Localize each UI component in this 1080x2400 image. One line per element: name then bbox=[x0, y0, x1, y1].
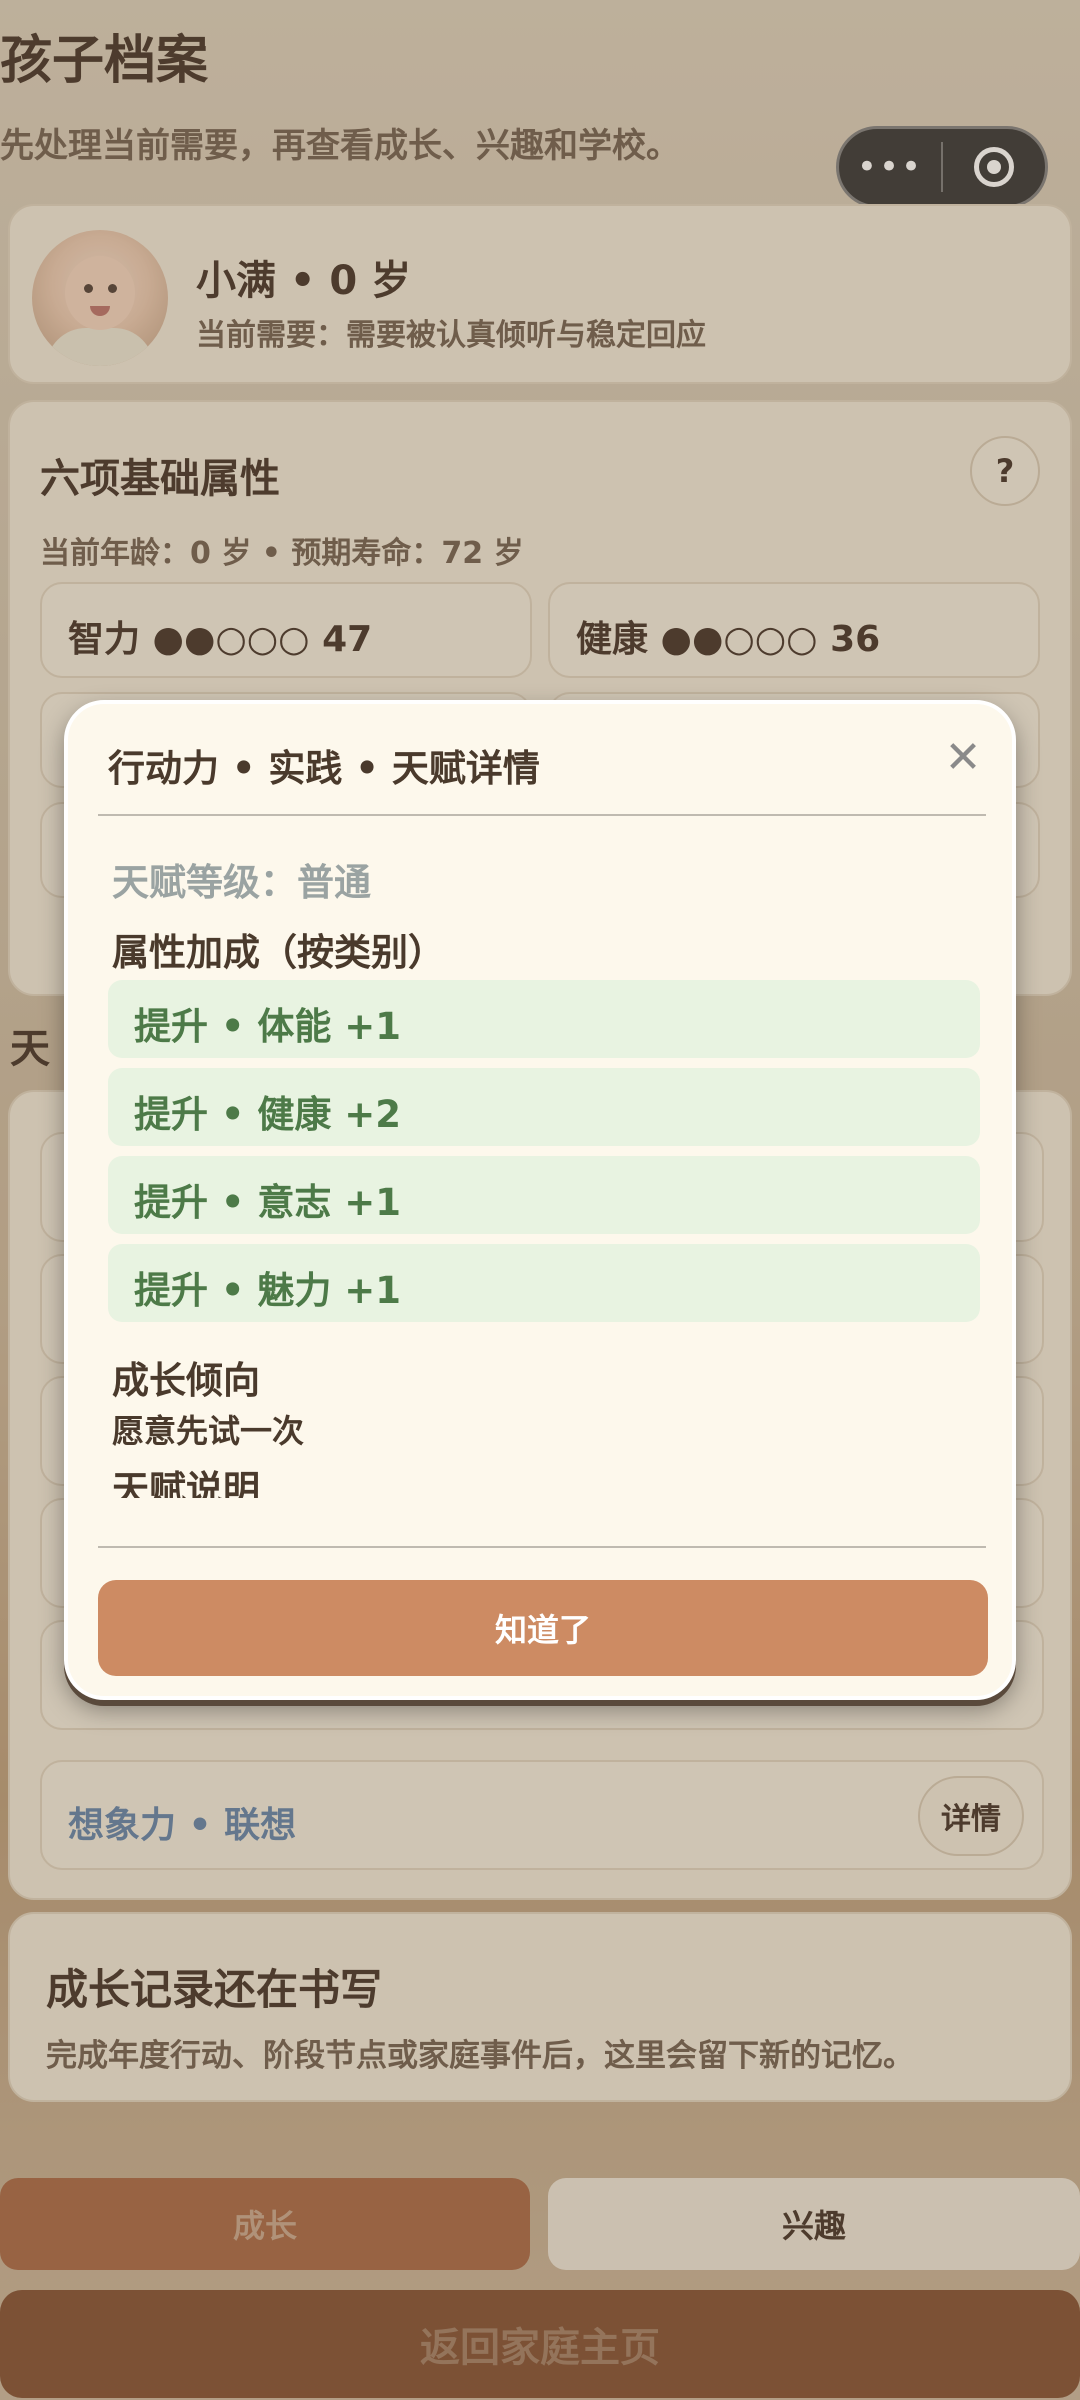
description-heading: 天赋说明 bbox=[112, 1468, 260, 1498]
bonus-item: 提升 • 健康 +2 bbox=[108, 1068, 980, 1146]
description-heading-clip: 天赋说明 bbox=[112, 1468, 512, 1498]
trend-heading: 成长倾向 bbox=[112, 1359, 260, 1402]
bonus-item: 提升 • 意志 +1 bbox=[108, 1156, 980, 1234]
ok-button[interactable]: 知道了 bbox=[98, 1580, 988, 1676]
divider bbox=[98, 1546, 986, 1548]
talent-detail-modal: 行动力 • 实践 • 天赋详情 ✕ 天赋等级：普通 属性加成（按类别） 提升 •… bbox=[64, 700, 1016, 1700]
bonus-heading: 属性加成（按类别） bbox=[112, 931, 445, 974]
modal-title: 行动力 • 实践 • 天赋详情 bbox=[108, 747, 540, 790]
talent-level: 天赋等级：普通 bbox=[112, 861, 371, 904]
divider bbox=[98, 814, 986, 816]
close-icon[interactable]: ✕ bbox=[938, 732, 988, 783]
trend-text: 愿意先试一次 bbox=[112, 1412, 305, 1450]
bonus-item: 提升 • 魅力 +1 bbox=[108, 1244, 980, 1322]
bonus-item: 提升 • 体能 +1 bbox=[108, 980, 980, 1058]
